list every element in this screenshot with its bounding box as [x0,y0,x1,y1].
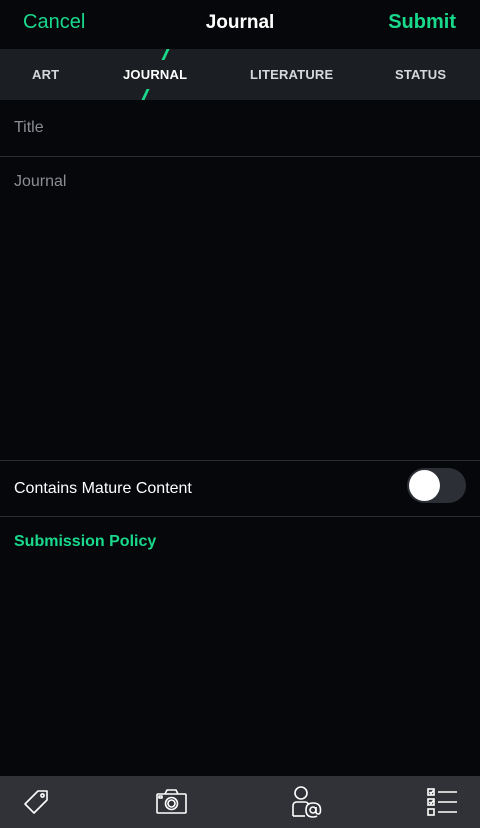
journal-field-row [0,157,480,461]
submission-policy-link[interactable]: Submission Policy [14,533,156,551]
checklist-icon[interactable] [424,784,460,820]
tab-journal[interactable]: JOURNAL [123,49,187,100]
tag-icon[interactable] [19,784,55,820]
title-field-row [0,100,480,157]
bottom-toolbar [0,776,480,828]
toggle-knob [409,470,440,501]
mature-content-toggle[interactable] [407,468,466,503]
tab-art[interactable]: ART [32,49,59,100]
mention-user-icon[interactable] [289,784,325,820]
mature-content-row: Contains Mature Content [0,461,480,517]
submission-type-tabs: ART JOURNAL LITERATURE STATUS [0,49,480,100]
navigation-bar: Cancel Journal Submit [0,0,480,48]
submit-button[interactable]: Submit [388,11,456,34]
mature-content-label: Contains Mature Content [14,480,192,497]
journal-body-input[interactable] [14,173,464,443]
tab-literature[interactable]: LITERATURE [250,49,333,100]
camera-icon[interactable] [153,784,189,820]
title-input[interactable] [14,116,464,140]
tab-status[interactable]: STATUS [395,49,446,100]
